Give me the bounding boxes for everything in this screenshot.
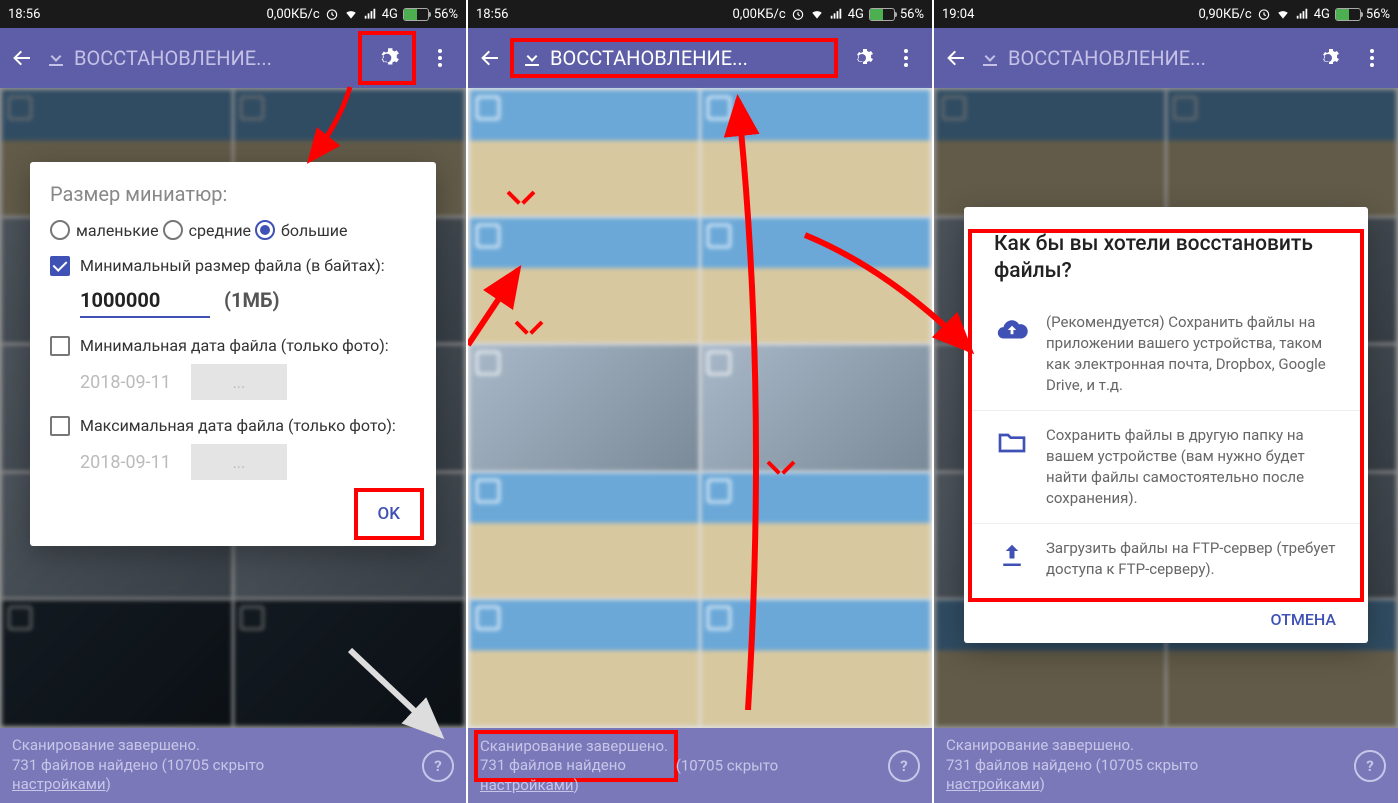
- screen-3: 19:04 0,90КБ/с 4G 56% ВОССТАНОВЛЕНИЕ...: [932, 0, 1398, 803]
- overflow-menu-button[interactable]: [888, 40, 924, 76]
- cloud-upload-icon: [994, 312, 1030, 348]
- battery-icon: [1335, 8, 1361, 21]
- thumbnail[interactable]: [470, 473, 699, 599]
- status-4g: 4G: [1314, 7, 1330, 22]
- alarm-icon: [1257, 7, 1271, 21]
- status-footer: Сканирование завершено. 731 файлов найде…: [468, 728, 932, 803]
- status-bar: 19:04 0,90КБ/с 4G 56%: [934, 0, 1398, 28]
- app-bar: ВОССТАНОВЛЕНИЕ...: [0, 28, 466, 88]
- dialog-title: Как бы вы хотели восстановить файлы?: [970, 231, 1362, 298]
- thumbnail-size-radios: маленькие средние большие: [50, 220, 416, 240]
- status-net: 0,90КБ/с: [1198, 7, 1251, 22]
- min-date-checkbox-row[interactable]: Минимальная дата файла (только фото):: [50, 336, 416, 356]
- status-4g: 4G: [382, 7, 398, 22]
- signal-icon: [829, 7, 843, 21]
- wifi-icon: [1276, 7, 1290, 21]
- checkbox-icon: [50, 416, 70, 436]
- ok-button[interactable]: OK: [362, 496, 416, 532]
- min-date-picker-button[interactable]: ...: [191, 364, 287, 400]
- settings-button[interactable]: [360, 33, 414, 83]
- status-4g: 4G: [848, 7, 864, 22]
- thumbnail[interactable]: [701, 90, 930, 216]
- thumbnail[interactable]: [470, 90, 699, 216]
- cancel-button[interactable]: ОТМЕНА: [1258, 602, 1348, 637]
- checkbox-icon: [50, 336, 70, 356]
- overflow-menu-button[interactable]: [1354, 40, 1390, 76]
- max-date-checkbox-row[interactable]: Максимальная дата файла (только фото):: [50, 416, 416, 436]
- back-button[interactable]: [476, 44, 504, 72]
- status-footer: Сканирование завершено. 731 файлов найде…: [934, 728, 1398, 803]
- min-size-checkbox-row[interactable]: Минимальный размер файла (в байтах):: [50, 256, 416, 276]
- option-ftp[interactable]: Загрузить файлы на FTP-сервер (требует д…: [970, 523, 1362, 594]
- thumbnail[interactable]: [470, 218, 699, 344]
- battery-icon: [869, 8, 895, 21]
- thumbnail[interactable]: [701, 345, 930, 471]
- min-size-input[interactable]: [80, 284, 210, 318]
- status-batt: 56%: [900, 7, 924, 22]
- help-button[interactable]: ?: [1354, 750, 1386, 782]
- app-bar: ВОССТАНОВЛЕНИЕ...: [934, 28, 1398, 88]
- status-time: 18:56: [476, 7, 508, 22]
- status-time: 19:04: [942, 7, 974, 22]
- alarm-icon: [325, 7, 339, 21]
- radio-medium[interactable]: средние: [163, 220, 251, 240]
- restore-dialog: Как бы вы хотели восстановить файлы? (Ре…: [964, 207, 1368, 643]
- appbar-title[interactable]: ВОССТАНОВЛЕНИЕ...: [978, 46, 1302, 70]
- thumbnail[interactable]: [470, 345, 699, 471]
- status-net: 0,00КБ/с: [732, 7, 785, 22]
- help-button[interactable]: ?: [422, 750, 454, 782]
- screen-1: 18:56 0,00КБ/с 4G 56% ВОССТАНОВЛЕНИЕ...: [0, 0, 466, 803]
- download-icon: [44, 46, 68, 70]
- overflow-menu-button[interactable]: [422, 40, 458, 76]
- download-icon: [520, 46, 544, 70]
- size-hint: (1МБ): [224, 288, 280, 312]
- thumbnail[interactable]: [701, 600, 930, 726]
- thumbnail-grid: [468, 88, 932, 728]
- checkbox-icon: [50, 256, 70, 276]
- max-date-value: 2018-09-11: [80, 452, 171, 473]
- wifi-icon: [810, 7, 824, 21]
- settings-button[interactable]: [844, 40, 880, 76]
- download-icon: [978, 46, 1002, 70]
- back-button[interactable]: [942, 44, 970, 72]
- option-cloud[interactable]: (Рекомендуется) Сохранить файлы на прило…: [970, 298, 1362, 410]
- appbar-title[interactable]: ВОССТАНОВЛЕНИЕ...: [44, 46, 352, 70]
- battery-icon: [403, 8, 429, 21]
- screen-2: 18:56 0,00КБ/с 4G 56% ВОССТАНОВЛЕНИЕ...: [466, 0, 932, 803]
- option-folder[interactable]: Сохранить файлы в другую папку на вашем …: [970, 410, 1362, 523]
- help-button[interactable]: ?: [888, 750, 920, 782]
- appbar-title[interactable]: ВОССТАНОВЛЕНИЕ...: [512, 40, 836, 76]
- radio-small[interactable]: маленькие: [50, 220, 159, 240]
- app-bar: ВОССТАНОВЛЕНИЕ...: [468, 28, 932, 88]
- signal-icon: [1295, 7, 1309, 21]
- min-date-value: 2018-09-11: [80, 372, 171, 393]
- status-bar: 18:56 0,00КБ/с 4G 56%: [0, 0, 466, 28]
- back-button[interactable]: [8, 44, 36, 72]
- alarm-icon: [791, 7, 805, 21]
- max-date-picker-button[interactable]: ...: [191, 444, 287, 480]
- status-batt: 56%: [434, 7, 458, 22]
- status-time: 18:56: [8, 7, 40, 22]
- wifi-icon: [344, 7, 358, 21]
- signal-icon: [363, 7, 377, 21]
- status-net: 0,00КБ/с: [266, 7, 319, 22]
- upload-icon: [994, 538, 1030, 574]
- folder-icon: [994, 425, 1030, 461]
- settings-button[interactable]: [1310, 40, 1346, 76]
- radio-large[interactable]: большие: [255, 220, 347, 240]
- settings-dialog: Размер миниатюр: маленькие средние больш…: [30, 162, 436, 546]
- thumbnail[interactable]: [701, 218, 930, 344]
- dialog-title: Размер миниатюр:: [50, 182, 416, 206]
- status-footer: Сканирование завершено. 731 файлов найде…: [0, 728, 466, 803]
- thumbnail[interactable]: [701, 473, 930, 599]
- status-batt: 56%: [1366, 7, 1390, 22]
- status-bar: 18:56 0,00КБ/с 4G 56%: [468, 0, 932, 28]
- thumbnail[interactable]: [470, 600, 699, 726]
